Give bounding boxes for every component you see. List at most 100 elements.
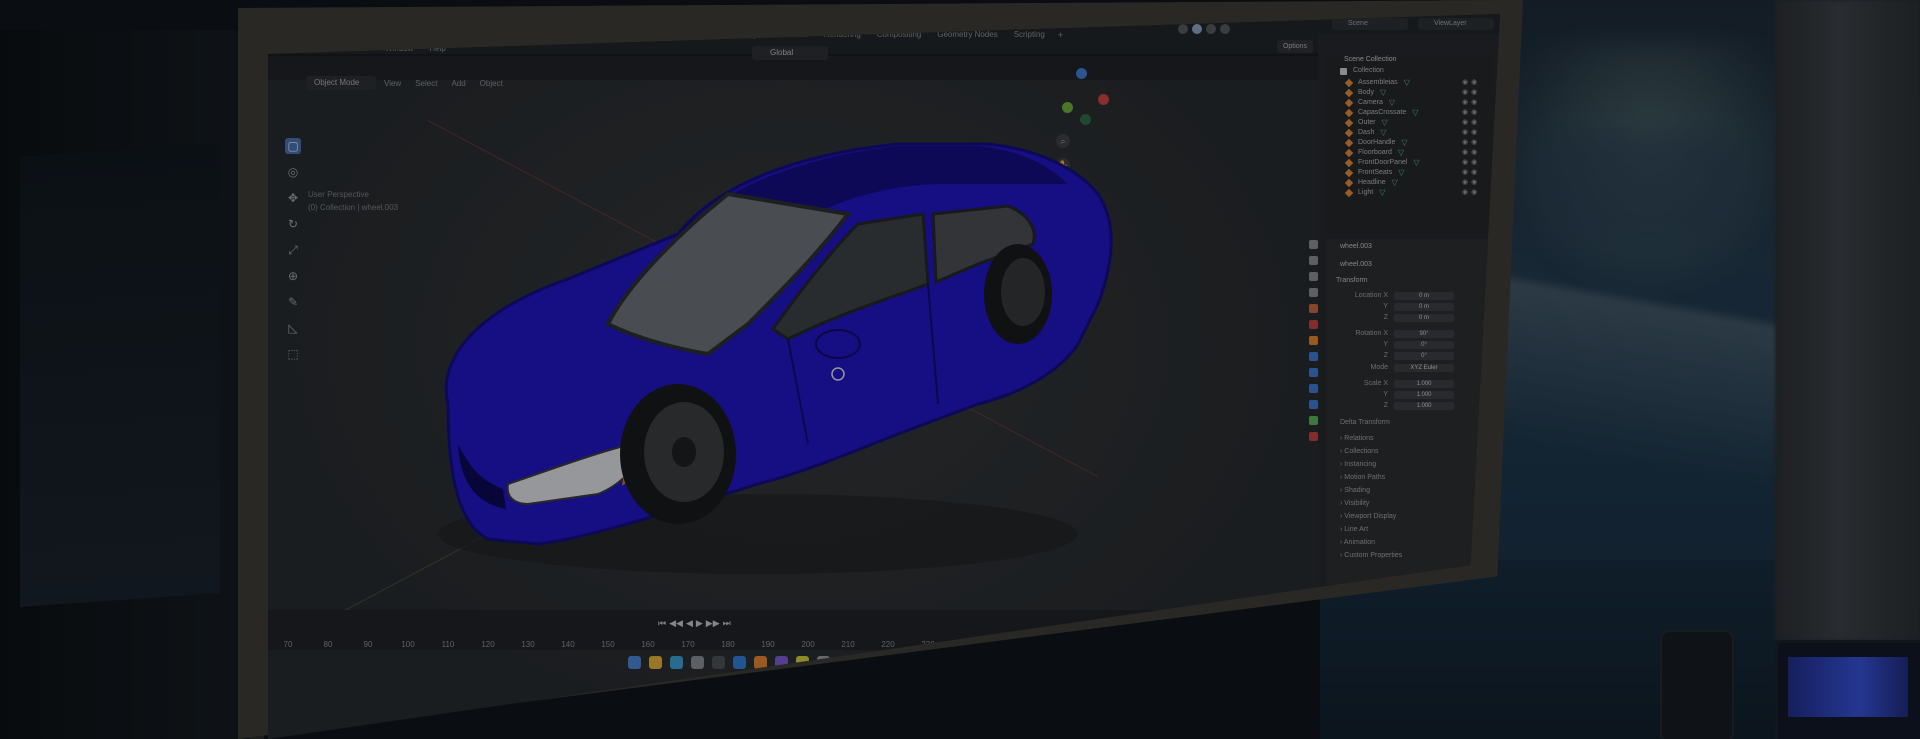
visibility-toggle-icon[interactable]: ◉◉ bbox=[1462, 108, 1480, 116]
tab-scripting[interactable]: Scripting bbox=[1007, 28, 1052, 42]
location-y-value[interactable]: 0 m bbox=[1394, 302, 1454, 311]
rotation-y-value[interactable]: 0° bbox=[1394, 340, 1454, 349]
object-tab-icon[interactable] bbox=[1308, 336, 1318, 345]
visibility-toggle-icon[interactable]: ◉◉ bbox=[1462, 98, 1480, 106]
car-model[interactable] bbox=[378, 114, 1138, 584]
cursor-icon[interactable]: ◎ bbox=[285, 164, 301, 180]
rotate-icon[interactable]: ↻ bbox=[285, 216, 301, 232]
transform-section-title[interactable]: Transform bbox=[1336, 277, 1368, 284]
gizmo-z-icon[interactable] bbox=[1076, 68, 1087, 79]
blender-icon[interactable] bbox=[754, 656, 767, 669]
rotation-mode-row[interactable]: Mode XYZ Euler bbox=[1344, 363, 1484, 372]
mesh-data-icon[interactable]: ▽ bbox=[1380, 128, 1386, 138]
add-workspace-button[interactable]: + bbox=[1054, 28, 1067, 42]
mesh-data-icon[interactable]: ▽ bbox=[1379, 188, 1385, 198]
rotation-z-row[interactable]: Z 0° bbox=[1344, 351, 1484, 360]
properties-section-shading[interactable]: › Shading bbox=[1340, 487, 1370, 494]
playback-control-icon[interactable]: ◀ bbox=[686, 618, 693, 629]
properties-section-line-art[interactable]: › Line Art bbox=[1340, 526, 1368, 533]
properties-section-motion-paths[interactable]: › Motion Paths bbox=[1340, 474, 1385, 481]
world-tab-icon[interactable] bbox=[1308, 320, 1318, 329]
orientation-select[interactable]: Global bbox=[752, 46, 828, 60]
transform-icon[interactable]: ⊕ bbox=[285, 268, 301, 284]
add-cube-icon[interactable]: ⬚ bbox=[285, 346, 301, 362]
outliner-collection-row[interactable]: Collection bbox=[1340, 66, 1384, 76]
properties-section-custom-properties[interactable]: › Custom Properties bbox=[1340, 552, 1402, 559]
scale-z-row[interactable]: Z 1.000 bbox=[1344, 401, 1484, 410]
mesh-data-icon[interactable]: ▽ bbox=[1389, 98, 1395, 108]
outliner-row[interactable]: Body ▽ bbox=[1344, 88, 1386, 98]
properties-section-instancing[interactable]: › Instancing bbox=[1340, 461, 1376, 468]
annotate-icon[interactable]: ✎ bbox=[285, 294, 301, 310]
mesh-data-icon[interactable]: ▽ bbox=[1382, 118, 1388, 128]
terminal-icon[interactable] bbox=[712, 656, 725, 669]
scale-icon[interactable]: ⤢ bbox=[285, 242, 301, 258]
scale-x-value[interactable]: 1.000 bbox=[1394, 379, 1454, 388]
particles-tab-icon[interactable] bbox=[1308, 368, 1318, 377]
visibility-toggle-icon[interactable]: ◉◉ bbox=[1462, 168, 1480, 176]
scale-x-row[interactable]: Scale X 1.000 bbox=[1344, 379, 1484, 388]
properties-section-animation[interactable]: › Animation bbox=[1340, 539, 1375, 546]
mesh-data-icon[interactable]: ▽ bbox=[1413, 158, 1419, 168]
solid-shading-icon[interactable] bbox=[1192, 24, 1202, 34]
properties-section-relations[interactable]: › Relations bbox=[1340, 435, 1373, 442]
object-name-field[interactable]: wheel.003 bbox=[1340, 261, 1372, 268]
location-z-value[interactable]: 0 m bbox=[1394, 313, 1454, 322]
mesh-data-icon[interactable]: ▽ bbox=[1398, 168, 1404, 178]
visibility-toggle-icon[interactable]: ◉◉ bbox=[1462, 78, 1480, 86]
viewport-menu-object[interactable]: Object bbox=[480, 79, 503, 88]
rotation-x-value[interactable]: 90° bbox=[1394, 329, 1454, 338]
outliner-row[interactable]: Outer ▽ bbox=[1344, 118, 1388, 128]
location-z-row[interactable]: Z 0 m bbox=[1344, 313, 1484, 322]
mesh-data-icon[interactable]: ▽ bbox=[1404, 78, 1410, 88]
measure-icon[interactable]: ◺ bbox=[285, 320, 301, 336]
wireframe-shading-icon[interactable] bbox=[1178, 24, 1188, 34]
gizmo-y-icon[interactable] bbox=[1062, 102, 1073, 113]
outliner-row[interactable]: Headline ▽ bbox=[1344, 178, 1398, 188]
outliner-row[interactable]: DoorHandle ▽ bbox=[1344, 138, 1408, 148]
playback-control-icon[interactable]: ▶▶ bbox=[706, 618, 720, 629]
properties-section-viewport-display[interactable]: › Viewport Display bbox=[1340, 513, 1396, 520]
outliner[interactable]: Scene Collection Collection Assembleias ▽… bbox=[1326, 54, 1492, 234]
delta-transform-section[interactable]: Delta Transform bbox=[1340, 419, 1390, 426]
location-x-value[interactable]: 0 m bbox=[1394, 291, 1454, 300]
rotation-z-value[interactable]: 0° bbox=[1394, 351, 1454, 360]
outliner-row[interactable]: Camera ▽ bbox=[1344, 98, 1395, 108]
mesh-data-icon[interactable]: ▽ bbox=[1401, 138, 1407, 148]
outliner-row[interactable]: CapasCrossate ▽ bbox=[1344, 108, 1418, 118]
scale-y-value[interactable]: 1.000 bbox=[1394, 390, 1454, 399]
outliner-row[interactable]: Assembleias ▽ bbox=[1344, 78, 1410, 88]
visibility-toggle-icon[interactable]: ◉◉ bbox=[1462, 88, 1480, 96]
visibility-toggle-icon[interactable]: ◉◉ bbox=[1462, 148, 1480, 156]
render-tab-icon[interactable] bbox=[1308, 256, 1318, 265]
output-tab-icon[interactable] bbox=[1308, 272, 1318, 281]
visibility-toggle-icon[interactable]: ◉◉ bbox=[1462, 138, 1480, 146]
physics-tab-icon[interactable] bbox=[1308, 384, 1318, 393]
viewport-menu-add[interactable]: Add bbox=[451, 79, 465, 88]
viewport-menu-select[interactable]: Select bbox=[415, 79, 437, 88]
view-layer-selector[interactable]: ViewLayer bbox=[1418, 18, 1494, 30]
select-box-icon[interactable]: ▢ bbox=[285, 138, 301, 154]
view-layer-tab-icon[interactable] bbox=[1308, 288, 1318, 297]
mesh-data-icon[interactable]: ▽ bbox=[1412, 108, 1418, 118]
viewport-menu-view[interactable]: View bbox=[384, 79, 401, 88]
outliner-row[interactable]: Dash ▽ bbox=[1344, 128, 1387, 138]
outliner-row[interactable]: Floorboard ▽ bbox=[1344, 148, 1404, 158]
location-y-row[interactable]: Y 0 m bbox=[1344, 302, 1484, 311]
scale-z-value[interactable]: 1.000 bbox=[1394, 401, 1454, 410]
start-icon[interactable] bbox=[628, 656, 641, 669]
scene-tab-icon[interactable] bbox=[1308, 304, 1318, 313]
material-shading-icon[interactable] bbox=[1206, 24, 1216, 34]
visibility-toggle-icon[interactable]: ◉◉ bbox=[1462, 128, 1480, 136]
explorer-icon[interactable] bbox=[649, 656, 662, 669]
location-x-row[interactable]: Location X 0 m bbox=[1344, 291, 1484, 300]
playback-control-icon[interactable]: ◀◀ bbox=[669, 618, 683, 629]
visibility-toggle-icon[interactable]: ◉◉ bbox=[1462, 178, 1480, 186]
gizmo-x-icon[interactable] bbox=[1098, 94, 1109, 105]
modifier-tab-icon[interactable] bbox=[1308, 352, 1318, 361]
rendered-shading-icon[interactable] bbox=[1220, 24, 1230, 34]
playback-control-icon[interactable]: ⏮ bbox=[658, 618, 666, 629]
rotation-mode-value[interactable]: XYZ Euler bbox=[1394, 363, 1454, 372]
scale-y-row[interactable]: Y 1.000 bbox=[1344, 390, 1484, 399]
constraints-tab-icon[interactable] bbox=[1308, 400, 1318, 409]
